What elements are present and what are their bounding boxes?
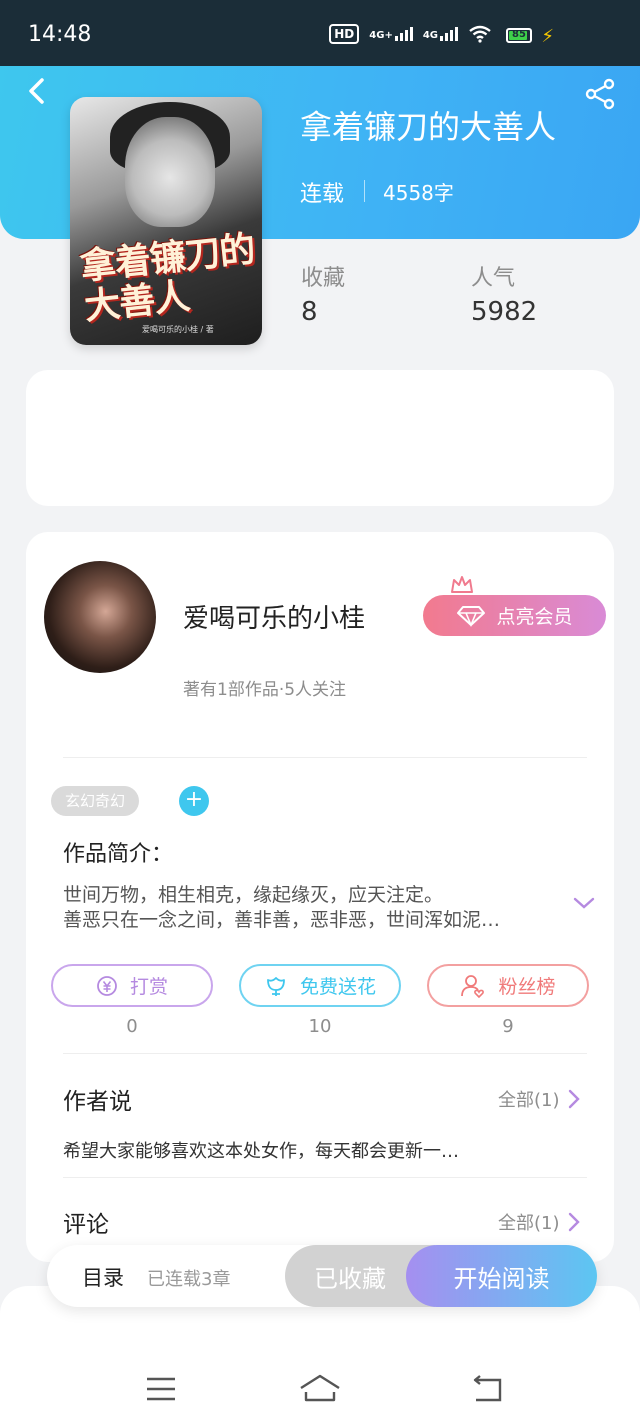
- chevron-right-icon: [568, 1212, 580, 1232]
- back-icon[interactable]: [22, 76, 52, 106]
- popularity-label: 人气: [471, 266, 516, 291]
- word-count: 4558字: [383, 181, 454, 205]
- chapter-count[interactable]: 已连载3章: [147, 1265, 230, 1291]
- blank-card: [26, 370, 614, 506]
- book-cover[interactable]: 拿着镰刀的大善人 爱喝可乐的小桂 / 著: [70, 97, 262, 345]
- author-avatar[interactable]: [44, 561, 156, 673]
- vip-button[interactable]: 点亮会员: [423, 595, 606, 636]
- send-flower-button[interactable]: 免费送花: [239, 964, 401, 1007]
- fan-count: 9: [502, 1016, 514, 1037]
- home-icon[interactable]: [298, 1372, 342, 1406]
- favorites-value: 8: [301, 297, 318, 327]
- genre-tag[interactable]: 玄幻奇幻: [51, 786, 140, 816]
- author-says-text[interactable]: 希望大家能够喜欢这本处女作，每天都会更新一…: [63, 1137, 459, 1163]
- status-bar: 14:48 HD 4G+ 4G 85 ⚡: [0, 0, 640, 66]
- intro-line-1: 世间万物，相生相克，缘起缘灭，应天注定。: [63, 884, 444, 906]
- back-nav-icon[interactable]: [470, 1372, 504, 1406]
- comments-more[interactable]: 全部(1): [498, 1209, 580, 1235]
- book-status: 连载: [300, 182, 345, 207]
- reward-button[interactable]: 打赏: [51, 964, 213, 1007]
- crown-icon: [451, 576, 473, 593]
- menu-icon[interactable]: [144, 1372, 178, 1406]
- popularity-value: 5982: [471, 297, 538, 327]
- start-reading-button[interactable]: 开始阅读: [406, 1245, 597, 1307]
- add-tag-button[interactable]: +: [179, 786, 209, 816]
- signal-4g-icon: 4G: [423, 27, 458, 41]
- divider: [63, 1177, 587, 1178]
- author-name[interactable]: 爱喝可乐的小桂: [183, 598, 365, 635]
- divider: [63, 757, 587, 758]
- flower-icon: [267, 976, 285, 996]
- chevron-right-icon: [568, 1089, 580, 1109]
- coin-icon: [97, 975, 117, 996]
- reward-count: 0: [126, 1016, 138, 1037]
- diamond-icon: [457, 605, 486, 627]
- author-says-title: 作者说: [63, 1089, 132, 1115]
- intro-line-2: 善恶只在一念之间，善非善，恶非恶，世间浑如泥…: [63, 909, 501, 931]
- author-says-more[interactable]: 全部(1): [498, 1086, 580, 1112]
- comments-title: 评论: [63, 1212, 109, 1238]
- divider: [63, 1053, 587, 1054]
- intro-title: 作品简介：: [63, 842, 174, 867]
- flower-count: 10: [308, 1016, 332, 1037]
- fan-icon: [461, 974, 485, 998]
- toc-button[interactable]: 目录: [82, 1262, 124, 1292]
- fan-ranking-button[interactable]: 粉丝榜: [427, 964, 589, 1007]
- status-time: 14:48: [28, 22, 92, 47]
- favorites-label: 收藏: [301, 266, 346, 291]
- book-title: 拿着镰刀的大善人: [300, 108, 557, 146]
- status-icons: HD 4G+ 4G: [329, 24, 492, 44]
- chevron-down-icon[interactable]: [573, 895, 595, 911]
- battery-icon: 85: [506, 28, 532, 43]
- author-meta: 著有1部作品·5人关注: [183, 680, 347, 700]
- share-icon[interactable]: [584, 78, 616, 110]
- signal-4g-plus-icon: 4G+: [369, 27, 413, 41]
- cover-subtitle: 爱喝可乐的小桂 / 著: [142, 325, 214, 334]
- divider: [364, 180, 365, 202]
- hd-icon: HD: [329, 24, 360, 44]
- cover-title: 拿着镰刀的大善人: [78, 229, 257, 328]
- vip-label: 点亮会员: [496, 606, 573, 628]
- charging-icon: ⚡: [541, 26, 554, 47]
- wifi-icon: [469, 25, 491, 43]
